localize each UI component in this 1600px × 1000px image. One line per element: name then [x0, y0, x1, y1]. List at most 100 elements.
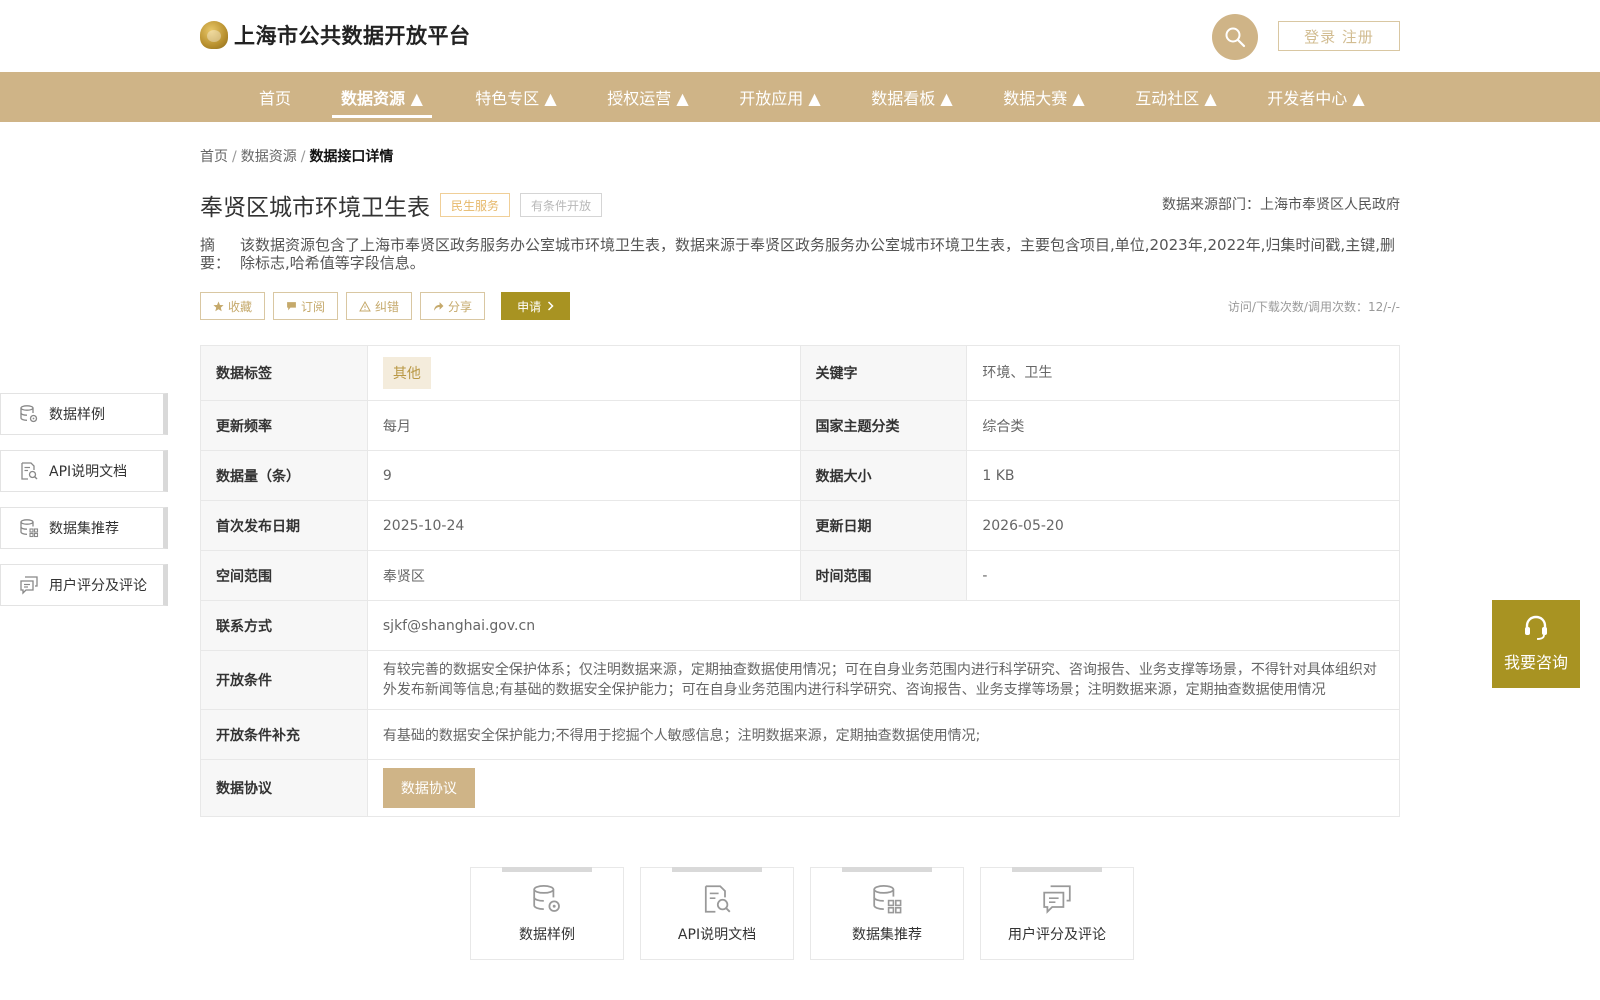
- side-item-dataset-recommend[interactable]: 数据集推荐: [0, 507, 168, 549]
- subscribe-label: 订阅: [301, 299, 326, 314]
- share-icon: [434, 301, 444, 311]
- spatial-range-label: 空间范围: [200, 550, 368, 601]
- abstract-section: 摘要： 该数据资源包含了上海市奉贤区政务服务办公室城市环境卫生表，数据来源于奉贤…: [200, 236, 1400, 272]
- nav-item-data-dashboard[interactable]: 数据看板 ▲: [862, 72, 962, 122]
- nav-item-special-zones[interactable]: 特色专区 ▲: [466, 72, 566, 122]
- page-title: 奉贤区城市环境卫生表: [200, 195, 430, 221]
- apply-button[interactable]: 申请: [501, 292, 571, 320]
- open-type-badge: 有条件开放: [520, 193, 603, 217]
- metadata-table: 数据标签 其他 关键字 环境、卫生 更新频率 每月 国家主题分类 综合类 数据量…: [200, 345, 1401, 817]
- card-api-doc[interactable]: API说明文档: [640, 867, 794, 960]
- favorite-label: 收藏: [228, 299, 253, 314]
- count-label: 数据量（条）: [200, 450, 368, 501]
- search-button[interactable]: [1212, 14, 1258, 60]
- bottom-card-row: 数据样例 API说明文档 数据集推荐 用户评分及评论: [470, 867, 1134, 960]
- card-label: API说明文档: [677, 927, 757, 943]
- database-gear-icon: [533, 884, 560, 912]
- first-release-value: 2025-10-24: [366, 500, 801, 551]
- theme-value: 综合类: [966, 400, 1400, 451]
- card-label: 数据样例: [519, 927, 575, 943]
- count-value: 9: [366, 450, 801, 501]
- contact-label: 联系方式: [200, 600, 368, 651]
- theme-label: 国家主题分类: [799, 400, 968, 451]
- tag-chip[interactable]: 其他: [382, 357, 431, 389]
- card-data-sample[interactable]: 数据样例: [470, 867, 624, 960]
- open-condition-extra-label: 开放条件补充: [200, 709, 368, 760]
- nav-item-home[interactable]: 首页: [230, 72, 320, 122]
- card-dataset-recommend[interactable]: 数据集推荐: [810, 867, 964, 960]
- site-title: 上海市公共数据开放平台: [234, 24, 471, 48]
- table-row: 开放条件补充 有基础的数据安全保护能力;不得用于挖掘个人敏感信息；注明数据来源，…: [200, 709, 1401, 760]
- logo-emblem-icon: [200, 21, 228, 49]
- apply-label: 申请: [517, 299, 542, 314]
- chevron-right-icon: [548, 301, 554, 311]
- abstract-label: 摘要：: [200, 236, 231, 272]
- breadcrumb-current: 数据接口详情: [309, 149, 394, 165]
- update-date-label: 更新日期: [799, 500, 968, 551]
- size-label: 数据大小: [799, 450, 968, 501]
- side-item-label: 数据样例: [49, 407, 105, 423]
- database-grid-icon: [19, 518, 39, 538]
- consult-label: 我要咨询: [1503, 653, 1568, 672]
- frequency-label: 更新频率: [200, 400, 368, 451]
- tag-label: 数据标签: [200, 345, 368, 401]
- keyword-label: 关键字: [799, 345, 968, 401]
- source-department: 数据来源部门：上海市奉贤区人民政府: [1162, 197, 1400, 213]
- table-row: 数据量（条） 9 数据大小 1 KB: [200, 450, 1400, 501]
- doc-search-icon: [704, 885, 731, 913]
- time-range-label: 时间范围: [799, 550, 968, 601]
- star-icon: [213, 301, 224, 311]
- nav-item-authorized-ops[interactable]: 授权运营 ▲: [598, 72, 698, 122]
- doc-search-icon: [19, 461, 39, 481]
- agreement-label: 数据协议: [200, 759, 368, 817]
- warning-icon: [359, 300, 371, 311]
- subscribe-button[interactable]: 订阅: [273, 292, 339, 320]
- first-release-label: 首次发布日期: [200, 500, 368, 551]
- side-item-user-reviews[interactable]: 用户评分及评论: [0, 564, 168, 606]
- share-button[interactable]: 分享: [420, 292, 486, 320]
- headset-icon: [1525, 615, 1547, 640]
- frequency-value: 每月: [366, 400, 801, 451]
- breadcrumb-separator: /: [232, 149, 237, 165]
- report-label: 纠错: [375, 299, 400, 314]
- table-row: 数据标签 其他 关键字 环境、卫生: [200, 345, 1400, 401]
- report-error-button[interactable]: 纠错: [346, 292, 413, 320]
- nav-item-data-resources[interactable]: 数据资源 ▲: [332, 72, 432, 122]
- card-user-reviews[interactable]: 用户评分及评论: [980, 867, 1134, 960]
- nav-item-developer[interactable]: 开发者中心 ▲: [1258, 72, 1374, 122]
- side-item-label: 数据集推荐: [49, 521, 119, 537]
- main-nav: 首页 数据资源 ▲ 特色专区 ▲ 授权运营 ▲ 开放应用 ▲ 数据看板 ▲ 数据…: [0, 72, 1600, 122]
- breadcrumb-home[interactable]: 首页: [200, 149, 228, 165]
- login-register-button[interactable]: 登录 注册: [1278, 21, 1400, 51]
- dataset-title-row: 奉贤区城市环境卫生表 民生服务 有条件开放: [200, 188, 603, 222]
- side-anchor-nav: 数据样例 API说明文档 数据集推荐 用户评分及评论: [0, 393, 168, 621]
- database-grid-icon: [873, 884, 902, 914]
- data-agreement-button[interactable]: 数据协议: [382, 768, 475, 808]
- spatial-range-value: 奉贤区: [366, 550, 801, 601]
- site-logo[interactable]: 上海市公共数据开放平台: [200, 20, 471, 50]
- table-row: 更新频率 每月 国家主题分类 综合类: [200, 400, 1400, 451]
- tag-value-cell: 其他: [366, 345, 801, 401]
- top-header: 上海市公共数据开放平台 登录 注册: [0, 0, 1600, 72]
- nav-item-open-apps[interactable]: 开放应用 ▲: [730, 72, 830, 122]
- breadcrumb-data-resources[interactable]: 数据资源: [241, 149, 297, 165]
- open-condition-extra-value: 有基础的数据安全保护能力;不得用于挖掘个人敏感信息；注明数据来源，定期抽查数据使…: [366, 709, 1401, 760]
- favorite-button[interactable]: 收藏: [200, 292, 266, 320]
- card-label: 数据集推荐: [852, 927, 922, 943]
- size-value: 1 KB: [966, 450, 1400, 501]
- consult-button[interactable]: 我要咨询: [1492, 600, 1580, 688]
- category-badge: 民生服务: [440, 193, 511, 217]
- table-row: 联系方式 sjkf@shanghai.gov.cn: [200, 600, 1401, 651]
- side-item-label: API说明文档: [49, 464, 128, 480]
- card-label: 用户评分及评论: [1008, 927, 1106, 943]
- nav-item-community[interactable]: 互动社区 ▲: [1126, 72, 1226, 122]
- side-item-api-doc[interactable]: API说明文档: [0, 450, 168, 492]
- table-row: 首次发布日期 2025-10-24 更新日期 2026-05-20: [200, 500, 1400, 551]
- open-condition-label: 开放条件: [200, 650, 368, 710]
- update-date-value: 2026-05-20: [966, 500, 1400, 551]
- share-label: 分享: [448, 299, 473, 314]
- side-item-data-sample[interactable]: 数据样例: [0, 393, 168, 435]
- nav-item-data-contest[interactable]: 数据大赛 ▲: [994, 72, 1094, 122]
- table-row: 开放条件 有较完善的数据安全保护体系；仅注明数据来源，定期抽查数据使用情况；可在…: [200, 650, 1401, 710]
- keyword-value: 环境、卫生: [966, 345, 1400, 401]
